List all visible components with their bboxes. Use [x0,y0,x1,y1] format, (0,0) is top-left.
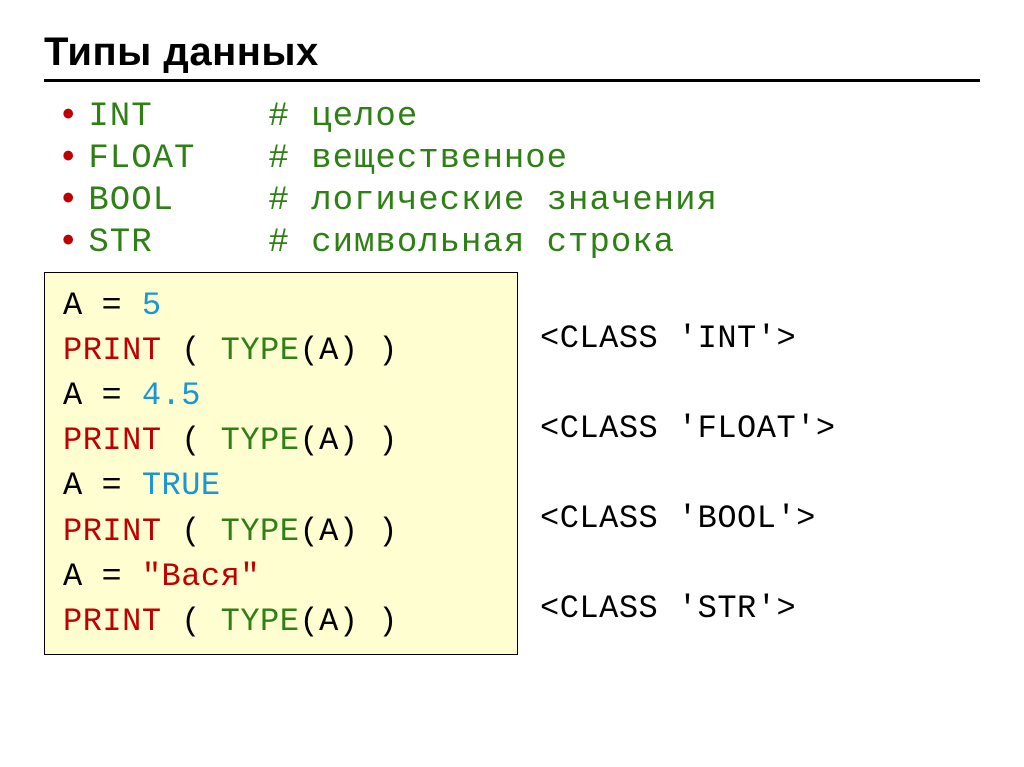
code-string: "Вася" [142,558,260,595]
type-keyword: BOOL [88,182,268,220]
code-paren: ( [162,513,221,550]
code-paren: ( [162,603,221,640]
code-paren: ) [359,513,398,550]
output-line: <CLASS 'STR'> [540,586,836,676]
code-arg: (A) [299,332,358,369]
type-keyword: FLOAT [88,140,268,178]
type-row: • INT # целое [58,98,980,136]
type-keyword: INT [88,98,268,136]
code-print-kw: PRINT [63,603,162,640]
code-true: TRUE [142,467,221,504]
type-keyword: STR [88,224,268,262]
code-var: A [63,467,83,504]
bullet-icon: • [58,184,78,218]
code-paren: ( [162,332,221,369]
code-paren: ) [359,422,398,459]
code-line: A = TRUE [63,463,499,508]
code-var: A [63,558,83,595]
code-arg: (A) [299,422,358,459]
code-line: PRINT ( TYPE(A) ) [63,328,499,373]
code-eq: = [102,373,123,418]
code-line: PRINT ( TYPE(A) ) [63,509,499,554]
type-comment: # целое [268,98,418,136]
bullet-icon: • [58,142,78,176]
code-eq: = [102,283,123,328]
code-eq: = [102,463,123,508]
type-comment: # вещественное [268,140,568,178]
type-row: • BOOL # логические значения [58,182,980,220]
code-type-kw: TYPE [221,513,300,550]
code-paren: ( [162,422,221,459]
code-print-kw: PRINT [63,422,162,459]
code-print-kw: PRINT [63,332,162,369]
code-line: A = 4.5 [63,373,499,418]
code-box: A = 5 PRINT ( TYPE(A) ) A = 4.5 PRINT ( … [44,272,518,655]
code-print-kw: PRINT [63,513,162,550]
page-title: Типы данных [44,30,980,82]
type-comment: # символьная строка [268,224,675,262]
code-paren: ) [359,332,398,369]
code-number: 5 [142,287,162,324]
code-arg: (A) [299,513,358,550]
code-var: A [63,287,83,324]
code-paren: ) [359,603,398,640]
code-line: PRINT ( TYPE(A) ) [63,418,499,463]
output-line: <CLASS 'BOOL'> [540,496,836,586]
type-row: • STR # символьная строка [58,224,980,262]
code-var: A [63,377,83,414]
bullet-icon: • [58,100,78,134]
lower-section: A = 5 PRINT ( TYPE(A) ) A = 4.5 PRINT ( … [44,272,980,676]
code-number: 4.5 [142,377,201,414]
code-type-kw: TYPE [221,422,300,459]
slide: Типы данных • INT # целое • FLOAT # веще… [0,0,1024,676]
type-row: • FLOAT # вещественное [58,140,980,178]
code-line: PRINT ( TYPE(A) ) [63,599,499,644]
code-line: A = "Вася" [63,554,499,599]
code-eq: = [102,554,123,599]
code-arg: (A) [299,603,358,640]
output-line: <CLASS 'INT'> [540,316,836,406]
code-line: A = 5 [63,283,499,328]
bullet-icon: • [58,226,78,260]
code-type-kw: TYPE [221,603,300,640]
code-type-kw: TYPE [221,332,300,369]
type-comment: # логические значения [268,182,717,220]
output-line: <CLASS 'FLOAT'> [540,406,836,496]
types-list: • INT # целое • FLOAT # вещественное • B… [58,98,980,262]
output-column: <CLASS 'INT'> <CLASS 'FLOAT'> <CLASS 'BO… [540,272,836,676]
